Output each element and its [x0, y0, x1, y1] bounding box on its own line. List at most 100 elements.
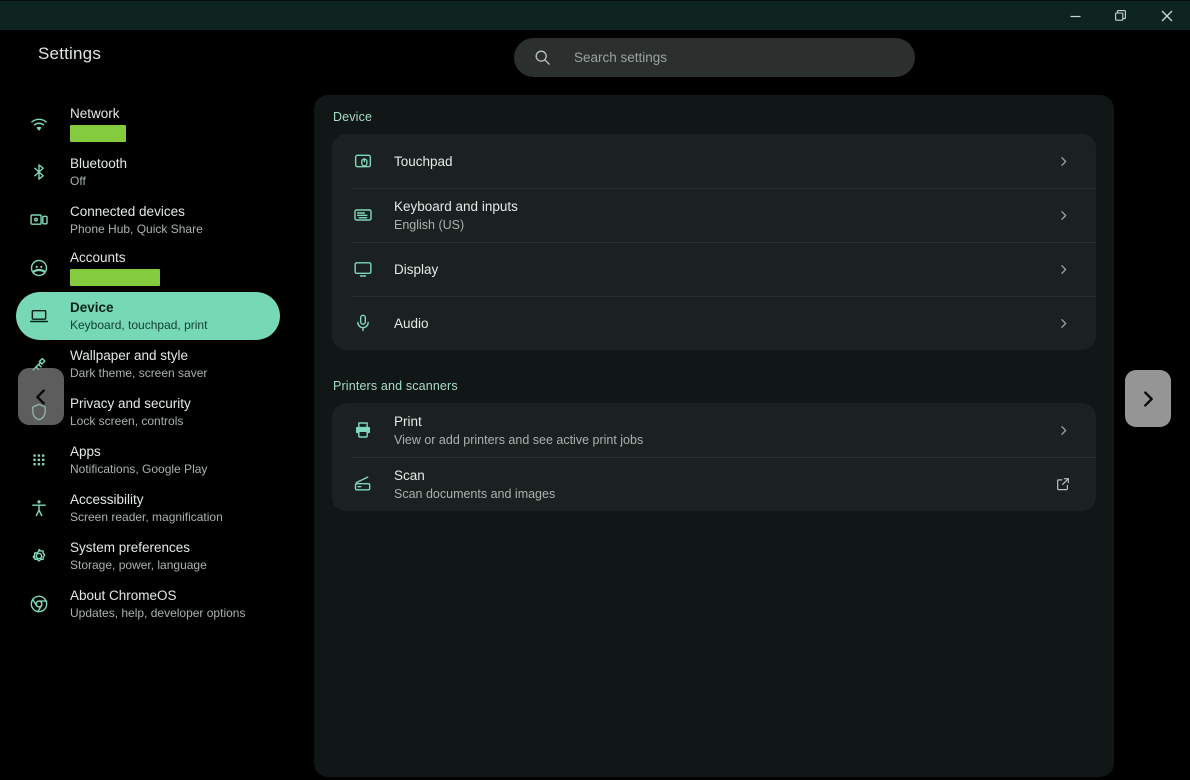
touchpad-icon: [352, 151, 374, 171]
sidebar-item-subtitle: Storage, power, language: [70, 557, 207, 572]
settings-row-label: Print: [394, 413, 422, 429]
sidebar-item-subtitle: Keyboard, touchpad, print: [70, 317, 208, 332]
settings-group: Print View or add printers and see active…: [332, 403, 1096, 511]
sidebar-item-accessibility[interactable]: Accessibility Screen reader, magnificatio…: [16, 484, 280, 532]
settings-row-touchpad[interactable]: Touchpad: [332, 134, 1096, 188]
search-input[interactable]: [574, 50, 915, 65]
sidebar-item-connected-devices[interactable]: Connected devices Phone Hub, Quick Share: [16, 196, 280, 244]
account-icon: [30, 259, 48, 277]
sidebar-item-label: System preferences: [70, 539, 191, 555]
laptop-icon: [29, 309, 49, 323]
settings-row-subtitle: English (US): [394, 217, 465, 232]
sidebar-item-label: Connected devices: [70, 203, 185, 219]
connected-devices-icon: [30, 214, 48, 225]
sidebar-item-bluetooth[interactable]: Bluetooth Off: [16, 148, 280, 196]
search-icon: [532, 48, 552, 68]
scanner-icon: [352, 474, 374, 494]
chevron-right-icon: [1060, 156, 1066, 166]
section-title: Device: [333, 110, 373, 124]
sidebar-item-label: Privacy and security: [70, 395, 191, 411]
printer-icon: [352, 420, 374, 440]
chevron-right-icon: [1060, 210, 1066, 220]
wifi-icon: [31, 118, 47, 131]
bluetooth-icon: [28, 162, 50, 182]
redacted-subtitle: [70, 125, 126, 142]
chevron-right-icon[interactable]: [1050, 424, 1076, 437]
apps-grid-icon: [28, 450, 50, 470]
microphone-icon: [352, 313, 374, 333]
bluetooth-icon: [34, 164, 44, 180]
laptop-icon: [28, 306, 50, 326]
settings-row-scan[interactable]: Scan Scan documents and images: [332, 457, 1096, 511]
sidebar-item-label: About ChromeOS: [70, 587, 177, 603]
next-page-arrow[interactable]: [1125, 370, 1171, 427]
sidebar-item-network[interactable]: Network: [16, 100, 280, 148]
sidebar-item-subtitle: Notifications, Google Play: [70, 461, 208, 476]
chrome-icon: [30, 595, 48, 613]
chevron-right-icon[interactable]: [1050, 263, 1076, 276]
close-button[interactable]: [1144, 1, 1190, 31]
sidebar-item-subtitle: Phone Hub, Quick Share: [70, 221, 203, 236]
sidebar-item-label: Network: [70, 106, 120, 121]
sidebar-item-label: Accessibility: [70, 491, 144, 507]
wifi-icon: [28, 114, 50, 134]
keyboard-icon: [352, 205, 374, 225]
sidebar-item-label: Apps: [70, 443, 101, 459]
sidebar-item-about-chromeos[interactable]: About ChromeOS Updates, help, developer o…: [16, 580, 280, 628]
sidebar-navigation: Network Bluetooth Off Connected devices Phon…: [0, 100, 300, 760]
display-icon: [352, 259, 374, 279]
chevron-right-icon[interactable]: [1050, 317, 1076, 330]
settings-row-subtitle: View or add printers and see active prin…: [394, 432, 644, 447]
chevron-right-icon[interactable]: [1050, 209, 1076, 222]
settings-content-panel: Device Touchpad Keyboard and inputs English…: [314, 95, 1114, 777]
sidebar-item-label: Wallpaper and style: [70, 347, 189, 363]
connected-devices-icon: [28, 210, 50, 230]
settings-row-label: Touchpad: [394, 153, 453, 169]
external-link-icon[interactable]: [1050, 476, 1076, 492]
microphone-icon: [357, 314, 369, 332]
restore-button[interactable]: [1098, 1, 1144, 31]
settings-row-label: Audio: [394, 315, 429, 331]
sidebar-item-subtitle: Updates, help, developer options: [70, 605, 246, 620]
chrome-icon: [28, 594, 50, 614]
gear-icon: [28, 546, 50, 566]
settings-row-subtitle: Scan documents and images: [394, 486, 556, 501]
accessibility-icon: [32, 500, 46, 517]
search-bar[interactable]: [514, 38, 915, 77]
sidebar-item-label: Accounts: [70, 250, 126, 265]
settings-group: Touchpad Keyboard and inputs English (US) D…: [332, 134, 1096, 350]
external-link-icon: [1057, 478, 1069, 491]
gear-icon: [32, 548, 46, 562]
chevron-right-icon: [1060, 425, 1066, 435]
settings-row-display[interactable]: Display: [332, 242, 1096, 296]
touchpad-icon: [354, 154, 372, 168]
previous-page-arrow[interactable]: [18, 368, 64, 425]
scanner-icon: [354, 476, 371, 491]
settings-row-label: Display: [394, 261, 439, 277]
accessibility-icon: [28, 498, 50, 518]
page-title: Settings: [38, 44, 102, 63]
chevron-right-icon: [1144, 390, 1153, 407]
chevron-right-icon: [1060, 264, 1066, 274]
settings-row-keyboard-and-inputs[interactable]: Keyboard and inputs English (US): [332, 188, 1096, 242]
sidebar-item-label: Device: [70, 299, 114, 315]
display-icon: [354, 262, 372, 277]
sidebar-item-subtitle: Lock screen, controls: [70, 413, 184, 428]
sidebar-item-subtitle: Dark theme, screen saver: [70, 365, 208, 380]
minimize-button[interactable]: [1052, 1, 1098, 31]
settings-row-label: Keyboard and inputs: [394, 198, 518, 214]
printer-icon: [356, 422, 370, 438]
keyboard-icon: [354, 209, 372, 221]
sidebar-item-device[interactable]: Device Keyboard, touchpad, print: [16, 292, 280, 340]
settings-row-print[interactable]: Print View or add printers and see active…: [332, 403, 1096, 457]
sidebar-item-accounts[interactable]: Accounts: [16, 244, 280, 292]
sidebar-item-label: Bluetooth: [70, 155, 128, 171]
sidebar-item-system-preferences[interactable]: System preferences Storage, power, langua…: [16, 532, 280, 580]
settings-row-audio[interactable]: Audio: [332, 296, 1096, 350]
settings-row-label: Scan: [394, 467, 425, 483]
redacted-subtitle: [70, 269, 160, 286]
chevron-right-icon[interactable]: [1050, 155, 1076, 168]
settings-window: Settings Network Bluetooth Off Connected de…: [0, 0, 1190, 780]
sidebar-item-apps[interactable]: Apps Notifications, Google Play: [16, 436, 280, 484]
sidebar-item-subtitle: Off: [70, 173, 86, 188]
